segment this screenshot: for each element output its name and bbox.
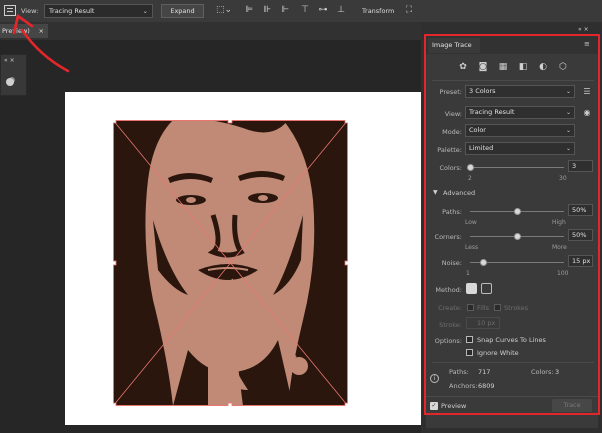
align-right-icon[interactable]: ⊩ <box>278 5 292 16</box>
align-bottom-icon[interactable]: ⊥ <box>334 5 348 16</box>
align-top-icon[interactable]: ⊤ <box>298 5 312 16</box>
transform-icon[interactable]: ⛶ <box>402 5 416 16</box>
dock-collapse-icon[interactable]: « × <box>578 26 589 33</box>
expand-button[interactable]: Expand <box>161 4 204 18</box>
transform-button[interactable]: Transform <box>362 7 394 15</box>
shape-align-icon[interactable]: ⬚⌄ <box>214 5 234 16</box>
traced-portrait-image[interactable] <box>113 120 348 406</box>
annotation-arrow <box>12 13 70 73</box>
chevron-down-icon: ⌄ <box>142 7 148 15</box>
align-center-icon[interactable]: ⊪ <box>260 5 274 16</box>
align-left-icon[interactable]: ⊫ <box>242 5 256 16</box>
annotation-highlight-box <box>424 34 600 415</box>
align-middle-icon[interactable]: ⊶ <box>316 5 330 16</box>
